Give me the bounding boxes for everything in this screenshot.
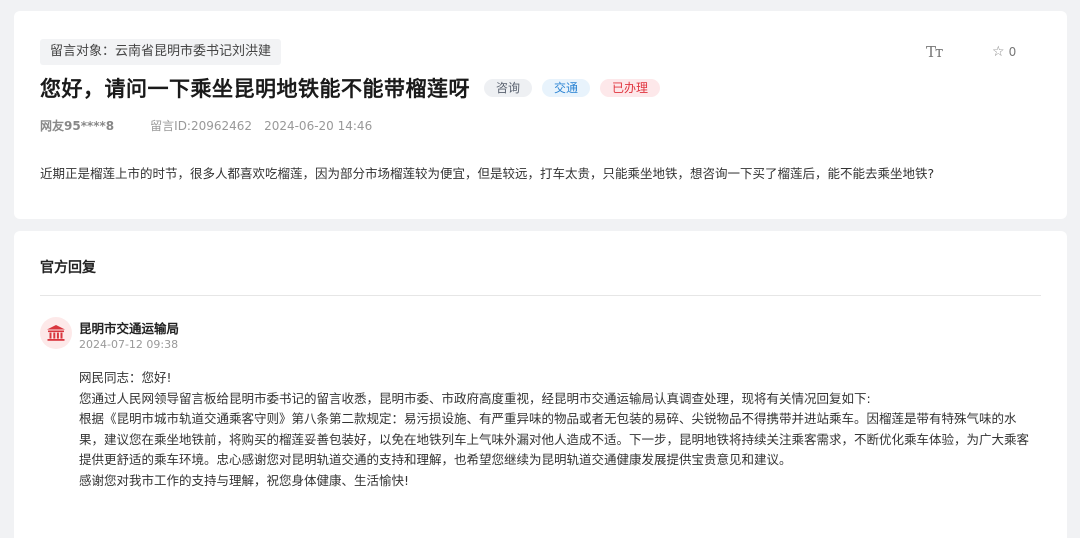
title-row: 您好，请问一下乘坐昆明地铁能不能带榴莲呀 咨询 交通 已办理 [40,73,661,103]
font-size-icon[interactable]: Tт [926,43,943,61]
message-target[interactable]: 留言对象：云南省昆明市委书记刘洪建 [40,39,282,65]
tag-traffic[interactable]: 交通 [542,79,591,97]
page-title: 您好，请问一下乘坐昆明地铁能不能带榴莲呀 [40,77,470,101]
divider [40,295,1041,296]
reply-paragraph: 感谢您对我市工作的支持与理解，祝您身体健康、生活愉快! [79,472,410,488]
reply-section-title: 官方回复 [40,260,96,276]
reply-paragraph: 根据《昆明市城市轨道交通乘客守则》第八条第二款规定：易污损设施、有严重异味的物品… [79,411,1030,468]
reply-paragraph: 网民同志：您好! [79,370,172,385]
favorite-button[interactable]: ☆ 0 [992,44,1016,60]
department-name: 昆明市交通运输局 [79,321,180,336]
reply-paragraph: 您通过人民网领导留言板给昆明市委书记的留言收悉，昆明市委、市政府高度重视，经昆明… [79,390,871,406]
reply-body: 网民同志：您好! 您通过人民网领导留言板给昆明市委书记的留言收悉，昆明市委、市政… [79,368,1041,492]
author-name: 网友95****8 [40,119,115,133]
reply-datetime: 2024-07-12 09:38 [79,338,179,351]
official-reply-card: 官方回复 昆明市交通运输局 2024-07-12 09:38 网民同志：您好! … [14,231,1067,538]
message-datetime: 2024-06-20 14:46 [264,118,373,133]
message-card: 留言对象：云南省昆明市委书记刘洪建 Tт ☆ 0 您好，请问一下乘坐昆明地铁能不… [14,11,1067,219]
star-icon: ☆ [992,44,1005,60]
favorite-count: 0 [1008,45,1017,59]
message-meta: 网友95****8 留言ID:20962462 2024-06-20 14:46 [40,117,372,134]
tag-consult[interactable]: 咨询 [484,79,533,97]
message-content: 近期正是榴莲上市的时节，很多人都喜欢吃榴莲，因为部分市场榴莲较为便宜，但是较远，… [40,166,935,181]
status-badge: 已办理 [600,79,661,97]
message-id: 留言ID:20962462 [150,119,253,133]
government-building-icon [40,317,72,349]
